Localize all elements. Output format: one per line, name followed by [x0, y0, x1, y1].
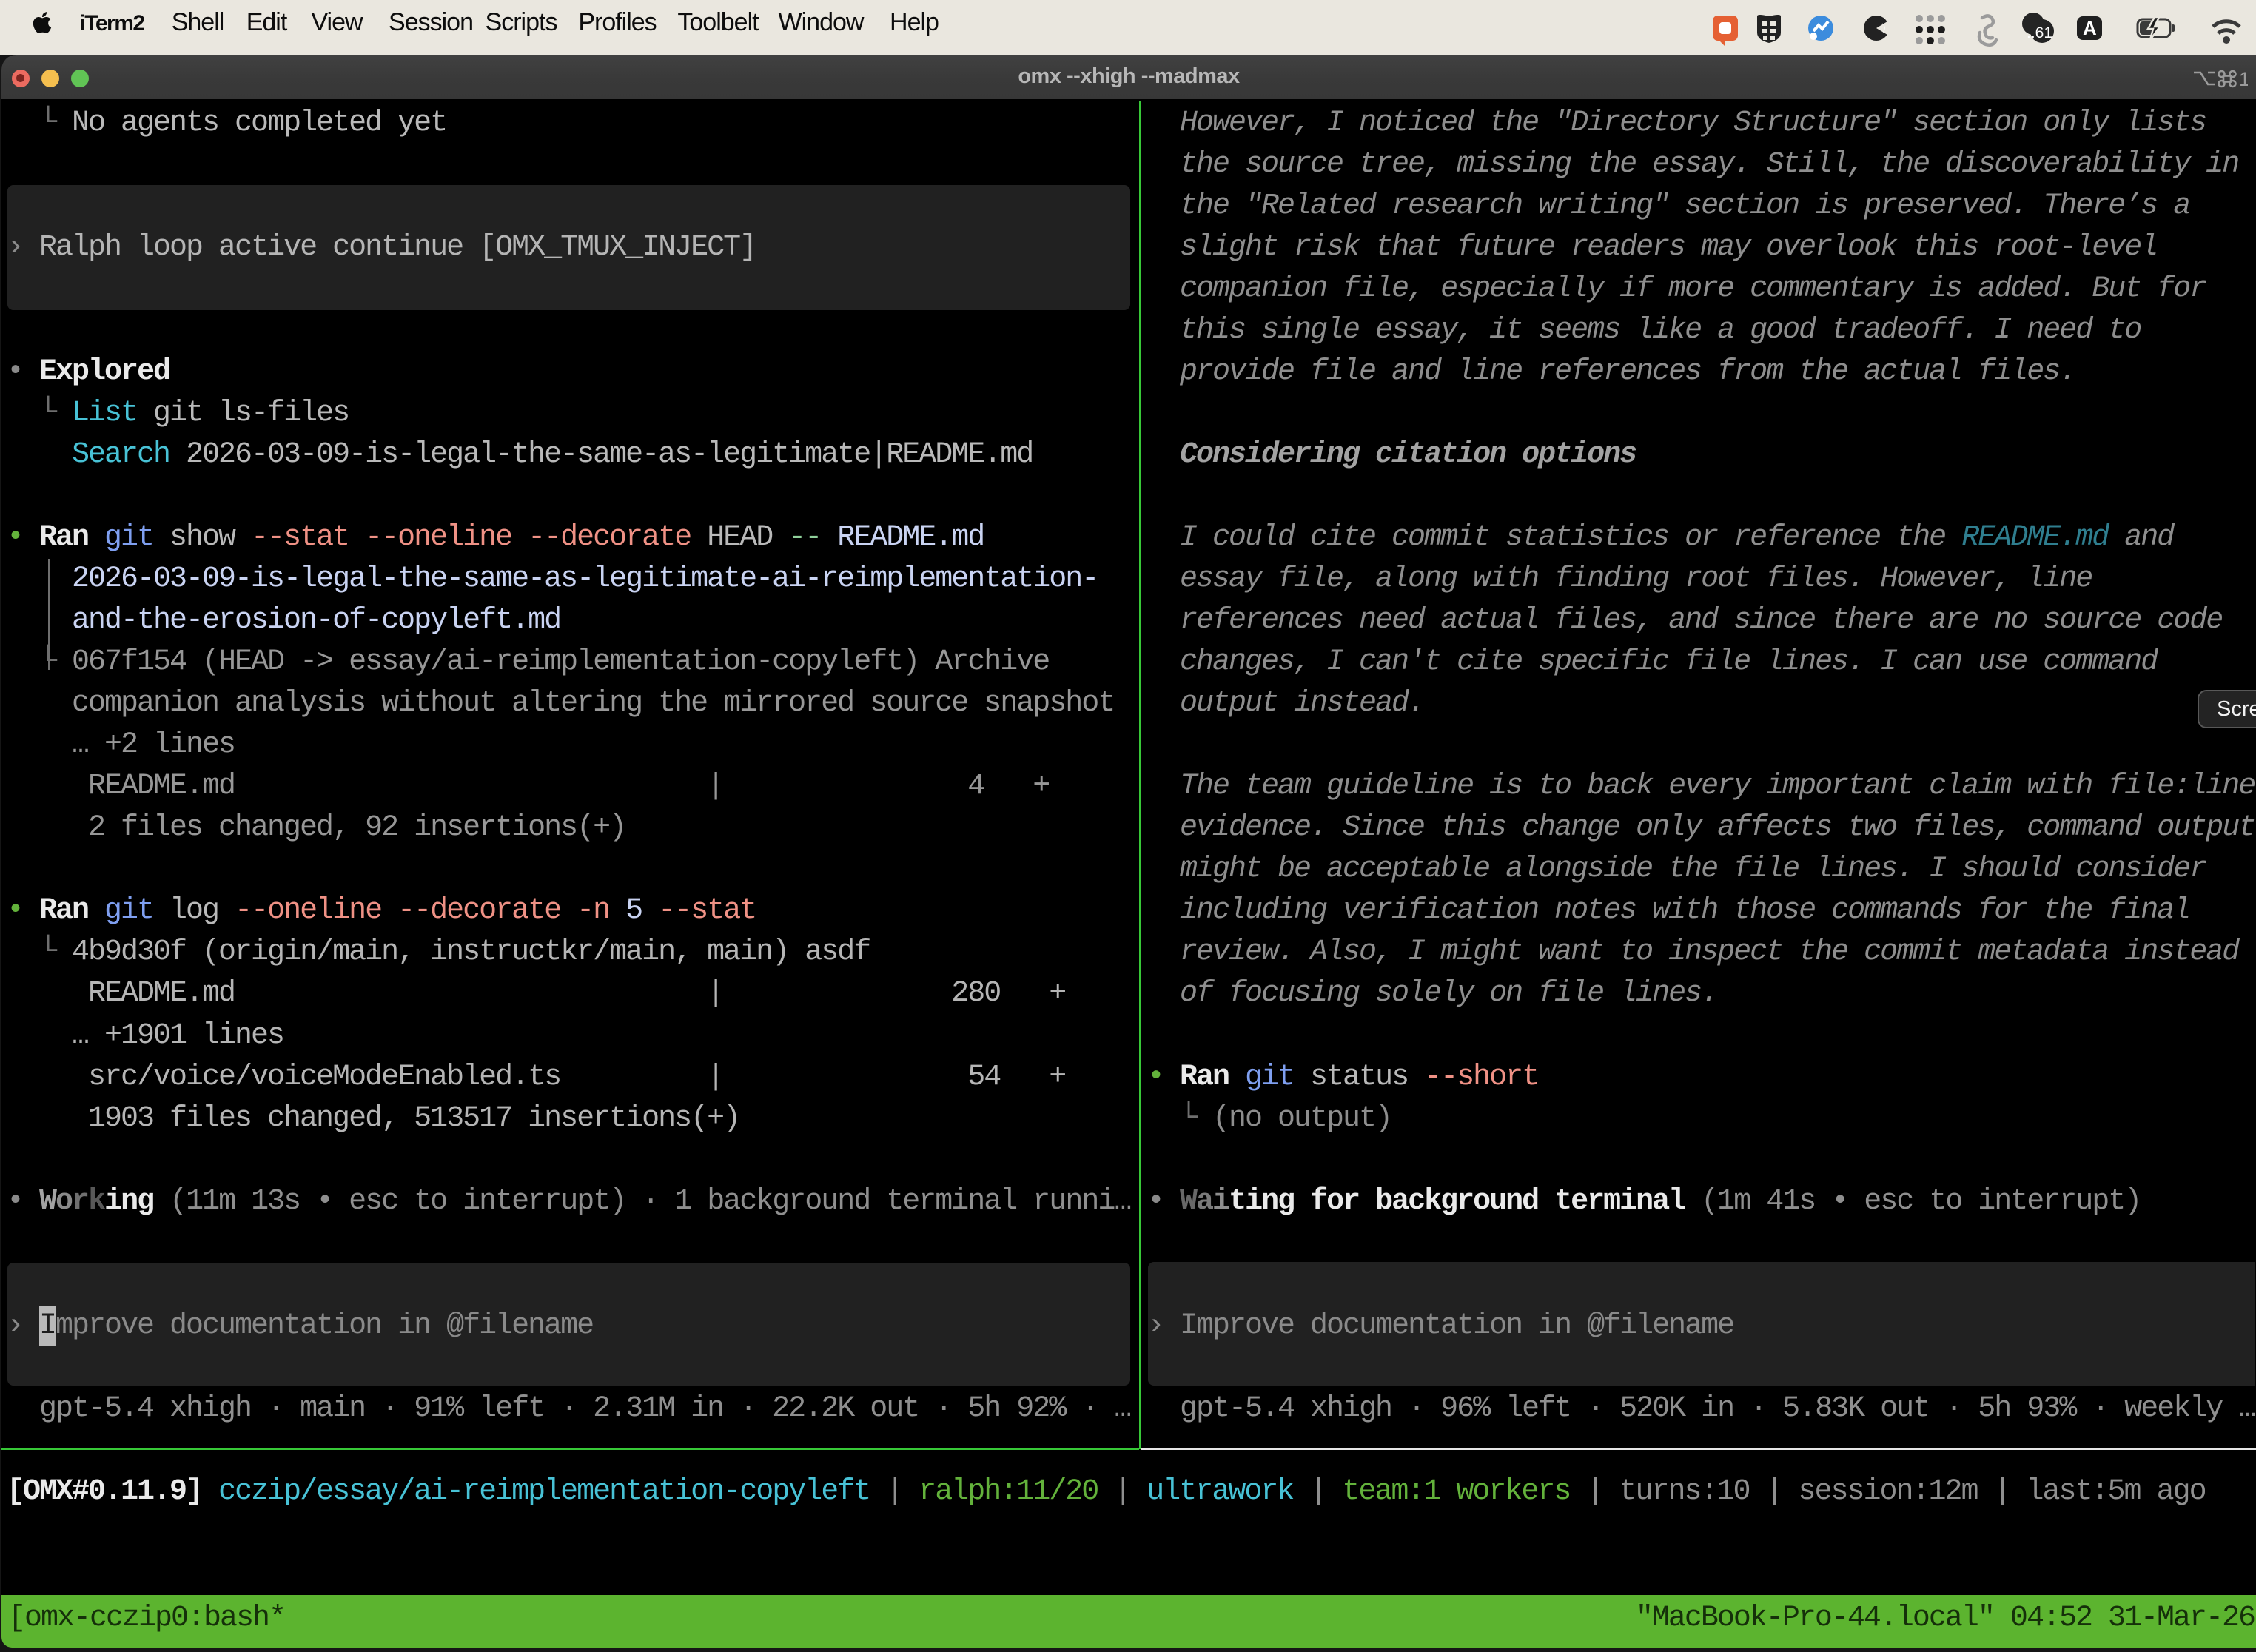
svg-text:1: 1 [2239, 68, 2248, 90]
svg-text:..61: ..61 [2027, 24, 2052, 41]
svg-text:A: A [2083, 17, 2097, 39]
